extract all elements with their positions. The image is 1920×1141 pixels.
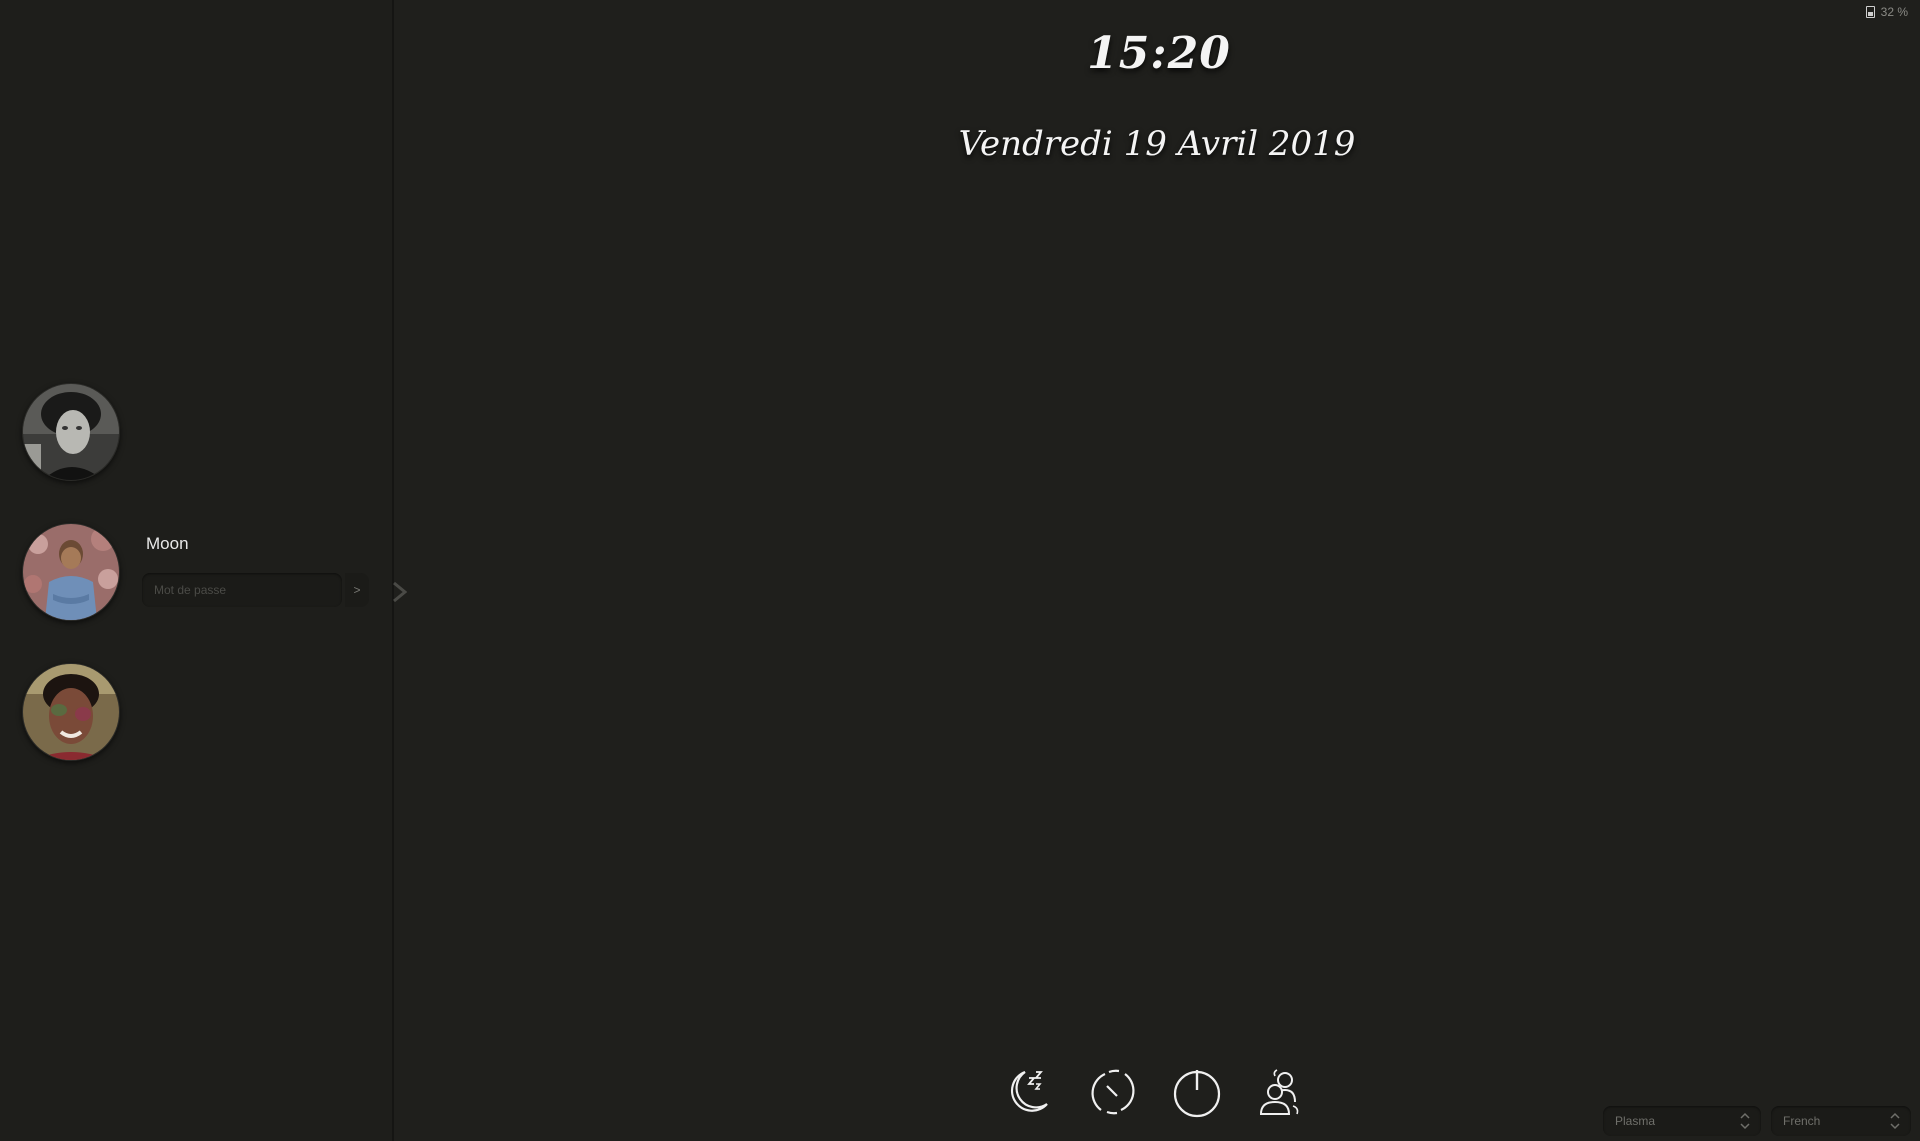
clock-date: Vendredi 19 Avril 2019 [958,124,1356,164]
reboot-button[interactable] [1087,1066,1139,1118]
restart-icon [1091,1069,1135,1115]
user-avatar-moon[interactable] [22,523,120,621]
user-avatar-1[interactable] [22,383,120,481]
user-avatar-3[interactable] [22,663,120,761]
session-selector[interactable]: Plasma [1603,1106,1761,1136]
language-selector-value: French [1783,1114,1821,1128]
battery-percent: 32 % [1880,5,1908,19]
language-selector[interactable]: French [1771,1106,1911,1136]
battery-indicator: 32 % [1865,5,1908,19]
suspend-button[interactable] [1003,1066,1055,1118]
shutdown-button[interactable] [1171,1066,1223,1118]
login-submit-button[interactable]: > [345,573,369,607]
password-input[interactable] [142,573,342,607]
battery-icon [1865,6,1875,18]
session-actions [1003,1066,1307,1118]
moon-sleep-icon [1010,1070,1048,1112]
login-screen: Moon > 32 % 15:20 Vendredi 19 Avril 2019 [0,0,1920,1141]
updown-arrows-icon [1740,1112,1750,1130]
clock-time: 15:20 [1087,28,1231,79]
power-icon [1173,1070,1221,1118]
session-selector-value: Plasma [1615,1114,1656,1128]
panel-collapse-handle-icon[interactable] [393,582,407,602]
updown-arrows-icon [1890,1112,1900,1130]
switch-user-button[interactable] [1255,1066,1307,1118]
user-list-panel: Moon > [0,0,407,1141]
user-name-label: Moon [146,534,189,553]
switch-user-icon [1259,1069,1299,1115]
